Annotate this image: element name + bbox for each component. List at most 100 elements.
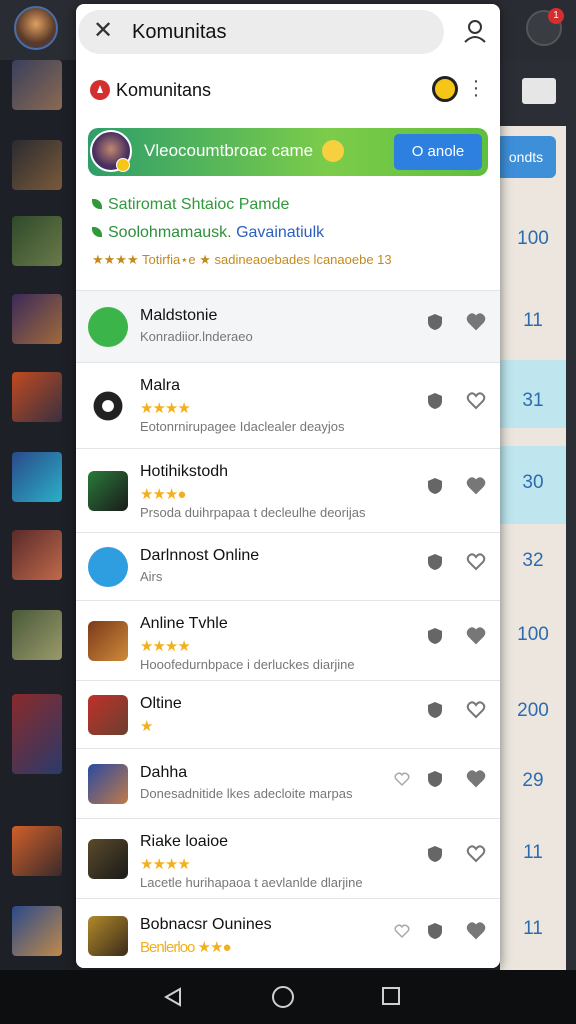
game-thumbnail[interactable] (12, 452, 62, 502)
brand-logo-icon (90, 80, 110, 100)
game-title[interactable]: Oltine (140, 695, 182, 713)
heart-icon[interactable] (466, 312, 486, 332)
system-nav-bar (0, 970, 576, 1024)
heart-icon[interactable] (466, 700, 486, 720)
game-thumbnail[interactable] (12, 60, 62, 110)
list-item[interactable]: Maldstonie Konradiior.lnderaeo (76, 290, 500, 362)
game-subtitle: Lacetle hurihapaoa t aevlanlde dlarjine (140, 875, 363, 890)
emoji-icon[interactable] (432, 76, 458, 102)
search-value[interactable]: Komunitas (132, 21, 227, 44)
community-header: Komunitans · · · (76, 64, 500, 120)
game-thumbnail[interactable] (12, 530, 62, 580)
game-title[interactable]: Dahha (140, 764, 187, 782)
game-title[interactable]: Malra (140, 377, 180, 395)
favorite-outline-icon[interactable] (394, 923, 410, 939)
rating-stars: ★★★★ (140, 400, 191, 417)
game-title[interactable]: Anline Tvhle (140, 615, 228, 633)
shield-icon[interactable] (426, 313, 444, 331)
rating-stars: ★★★● (140, 486, 186, 503)
game-thumbnail[interactable] (12, 906, 62, 956)
search-input[interactable]: ✕ Komunitas (78, 10, 444, 54)
score-value: 100 (517, 228, 549, 249)
welcome-banner: Vleocoumtbroac came O anole (88, 128, 488, 176)
shield-icon[interactable] (426, 770, 444, 788)
shield-icon[interactable] (426, 701, 444, 719)
heart-icon[interactable] (466, 769, 486, 789)
shield-icon[interactable] (426, 627, 444, 645)
game-title[interactable]: Maldstonie (140, 307, 217, 325)
game-icon (88, 839, 128, 879)
game-thumbnail[interactable] (12, 610, 62, 660)
game-title[interactable]: Hotihikstodh (140, 463, 228, 481)
welcome-text: Vleocoumtbroac came (144, 141, 314, 160)
brand-name: Komunitans (116, 80, 212, 100)
game-thumbnail[interactable] (12, 294, 62, 344)
score-value: 11 (523, 842, 543, 863)
list-item[interactable]: Dahha Donesadnitide lkes adecloite marpas (76, 748, 500, 818)
info-line-1: Satiromat Shtaioc Pamde (92, 196, 289, 214)
close-icon[interactable]: ✕ (92, 19, 114, 43)
game-subtitle: Konradiior.lnderaeo (140, 329, 253, 344)
heart-icon[interactable] (466, 921, 486, 941)
game-subtitle: Donesadnitide lkes adecloite marpas (140, 786, 353, 801)
game-list: Maldstonie Konradiior.lnderaeo Malra ★★★★ Eo… (76, 290, 500, 968)
game-icon (88, 547, 128, 587)
background-side-button[interactable]: ondts (496, 136, 556, 178)
welcome-button[interactable]: O anole (394, 134, 482, 170)
score-value: 11 (523, 310, 543, 331)
list-item[interactable]: Malra ★★★★ Eotonrnirupagee Idaclealer deay… (76, 362, 500, 448)
score-value: 100 (517, 624, 549, 645)
shield-icon[interactable] (426, 845, 444, 863)
score-value: 30 (522, 472, 544, 493)
list-item[interactable]: Hotihikstodh ★★★● Prsoda duihrpapaa t decl… (76, 448, 500, 532)
heart-icon[interactable] (466, 844, 486, 864)
favorite-outline-icon[interactable] (394, 771, 410, 787)
score-value: 29 (522, 770, 544, 791)
notification-icon[interactable]: 1 (526, 8, 564, 46)
shield-icon[interactable] (426, 922, 444, 940)
game-icon (88, 386, 128, 426)
heart-icon[interactable] (466, 391, 486, 411)
heart-icon[interactable] (466, 626, 486, 646)
game-thumbnail[interactable] (12, 694, 62, 774)
badge-icon (116, 158, 130, 172)
user-icon[interactable] (462, 18, 488, 44)
score-value: 31 (522, 390, 544, 411)
home-icon[interactable] (272, 986, 294, 1008)
list-item[interactable]: Anline Tvhle ★★★★ Hooofedurnbpace i derluc… (76, 600, 500, 680)
game-icon (88, 471, 128, 511)
shield-icon[interactable] (426, 392, 444, 410)
profile-avatar[interactable] (14, 6, 58, 50)
shield-icon[interactable] (426, 553, 444, 571)
game-thumbnail[interactable] (12, 826, 62, 876)
game-icon (88, 621, 128, 661)
heart-icon[interactable] (466, 476, 486, 496)
game-icon (88, 764, 128, 804)
score-value: 11 (523, 918, 543, 939)
game-subtitle: Eotonrnirupagee Idaclealer deayjos (140, 419, 345, 434)
list-item[interactable]: Bobnacsr Ounines Benlerloo ★★● (76, 898, 500, 968)
info-line-3: ★★★★ Totirfia⋆e ★ sadineaoebades lcanaoe… (92, 252, 392, 267)
game-thumbnail[interactable] (12, 372, 62, 422)
score-value: 32 (522, 550, 544, 571)
game-title[interactable]: Darlnnost Online (140, 547, 259, 565)
rating-stars: Benlerloo ★★● (140, 939, 231, 956)
game-thumbnail[interactable] (12, 216, 62, 266)
game-icon (88, 307, 128, 347)
list-item[interactable]: Riake loaioe ★★★★ Lacetle hurihapaoa t aev… (76, 818, 500, 898)
list-item[interactable]: Oltine ★ (76, 680, 500, 748)
more-options-icon[interactable]: · · · (472, 71, 480, 105)
recent-apps-icon[interactable] (382, 987, 400, 1005)
game-title[interactable]: Riake loaioe (140, 833, 228, 851)
game-title[interactable]: Bobnacsr Ounines (140, 916, 272, 934)
shield-icon[interactable] (426, 477, 444, 495)
list-item[interactable]: Darlnnost Online Airs (76, 532, 500, 600)
rating-stars: ★ (140, 718, 153, 735)
game-thumbnail[interactable] (12, 140, 62, 190)
background-game-column (0, 60, 76, 970)
back-icon[interactable] (162, 986, 184, 1008)
rating-stars: ★★★★ (140, 856, 191, 873)
mail-icon[interactable] (522, 78, 556, 104)
leaf-icon (92, 227, 102, 237)
heart-icon[interactable] (466, 552, 486, 572)
